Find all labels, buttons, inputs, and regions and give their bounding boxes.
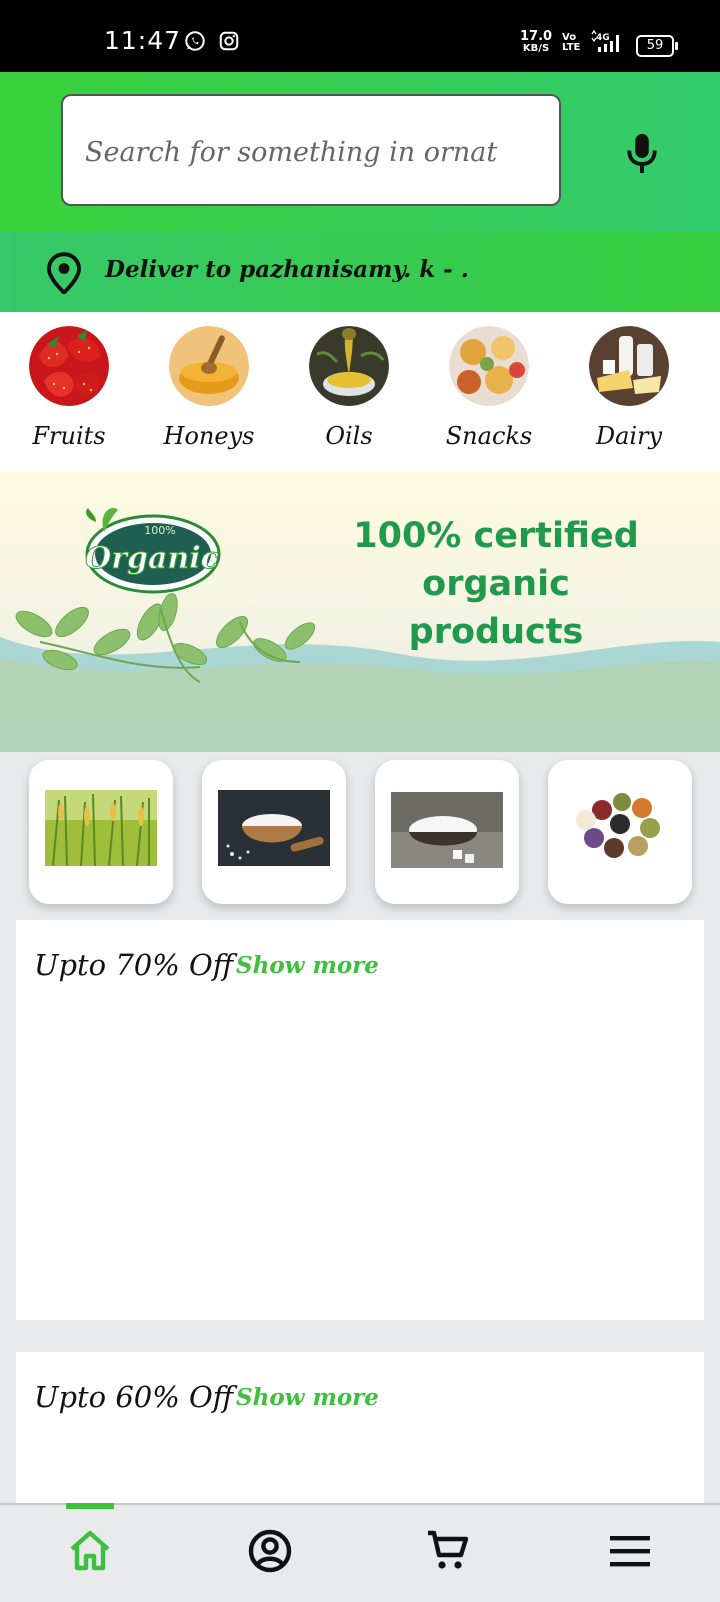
show-more-link[interactable]: Show more: [236, 952, 379, 979]
account-icon[interactable]: [246, 1527, 294, 1575]
section-title: Upto 70% Off: [34, 948, 234, 982]
category-label: Dairy: [595, 422, 663, 450]
category-dairy[interactable]: Dairy: [569, 326, 689, 450]
discount-section-60: Upto 60% Off Show more: [16, 1352, 704, 1503]
banner-headline-line2: organic products: [408, 564, 584, 652]
bottom-navigation: [0, 1503, 720, 1602]
delivery-address: Deliver to pazhanisamy. k - .: [105, 256, 469, 283]
category-snacks[interactable]: Snacks: [429, 326, 549, 450]
banner-headline-line1: 100% certified: [353, 516, 639, 556]
product-card-salt[interactable]: [202, 760, 346, 904]
network-speed: 17.0 KB/S: [520, 29, 553, 55]
search-box[interactable]: [61, 94, 561, 206]
search-input[interactable]: [83, 126, 547, 178]
salt-image: [218, 790, 330, 866]
location-pin-icon: [47, 252, 81, 294]
active-tab-indicator: [66, 1503, 114, 1509]
cart-icon[interactable]: [424, 1527, 472, 1575]
category-label: Honeys: [163, 422, 255, 450]
snack-bowls-image: [449, 326, 529, 406]
network-type: 4G: [596, 33, 610, 43]
product-card-rice[interactable]: [29, 760, 173, 904]
battery-indicator: 59: [636, 35, 678, 57]
volte-bottom: LTE: [562, 42, 581, 53]
category-honeys[interactable]: Honeys: [149, 326, 269, 450]
honey-bowl-image: [169, 326, 249, 406]
oil-bowl-image: [309, 326, 389, 406]
show-more-link[interactable]: Show more: [236, 1384, 379, 1411]
promo-banner[interactable]: 100% Organic 100% certified organic prod…: [0, 472, 720, 752]
category-fruits[interactable]: Fruits: [9, 326, 129, 450]
dairy-products-image: [589, 326, 669, 406]
badge-word: Organic: [85, 541, 219, 576]
product-card-pulses[interactable]: [548, 760, 692, 904]
product-strip: [0, 752, 720, 920]
category-label: Oils: [325, 422, 373, 450]
strawberries-image: [29, 326, 109, 406]
signal-icon: 4G: [591, 30, 619, 52]
category-label: Snacks: [445, 422, 533, 450]
status-bar: 11:47 17.0 KB/S Vo LTE 4G 59: [0, 0, 720, 72]
search-header: [0, 72, 720, 232]
network-speed-value: 17.0: [520, 29, 553, 44]
category-oils[interactable]: Oils: [289, 326, 409, 450]
category-label: Fruits: [32, 422, 106, 450]
category-list: Fruits Honeys Oils Snacks Dairy: [0, 312, 720, 472]
banner-headline: 100% certified organic products: [336, 512, 656, 656]
status-time: 11:47: [104, 26, 182, 55]
badge-percent: 100%: [144, 524, 175, 537]
home-icon[interactable]: [66, 1527, 114, 1575]
product-card-sugar[interactable]: [375, 760, 519, 904]
whatsapp-icon: [185, 31, 205, 51]
pulses-image: [564, 788, 676, 864]
microphone-icon[interactable]: [624, 132, 660, 178]
network-speed-unit: KB/S: [522, 43, 550, 54]
discount-section-70: Upto 70% Off Show more: [16, 920, 704, 1320]
sugar-image: [391, 792, 503, 868]
volte-indicator: Vo LTE: [562, 33, 580, 53]
section-title: Upto 60% Off: [34, 1380, 234, 1414]
menu-icon[interactable]: [606, 1527, 654, 1575]
instagram-icon: [219, 31, 239, 51]
rice-crop-image: [45, 790, 157, 866]
delivery-bar[interactable]: Deliver to pazhanisamy. k - .: [0, 232, 720, 312]
